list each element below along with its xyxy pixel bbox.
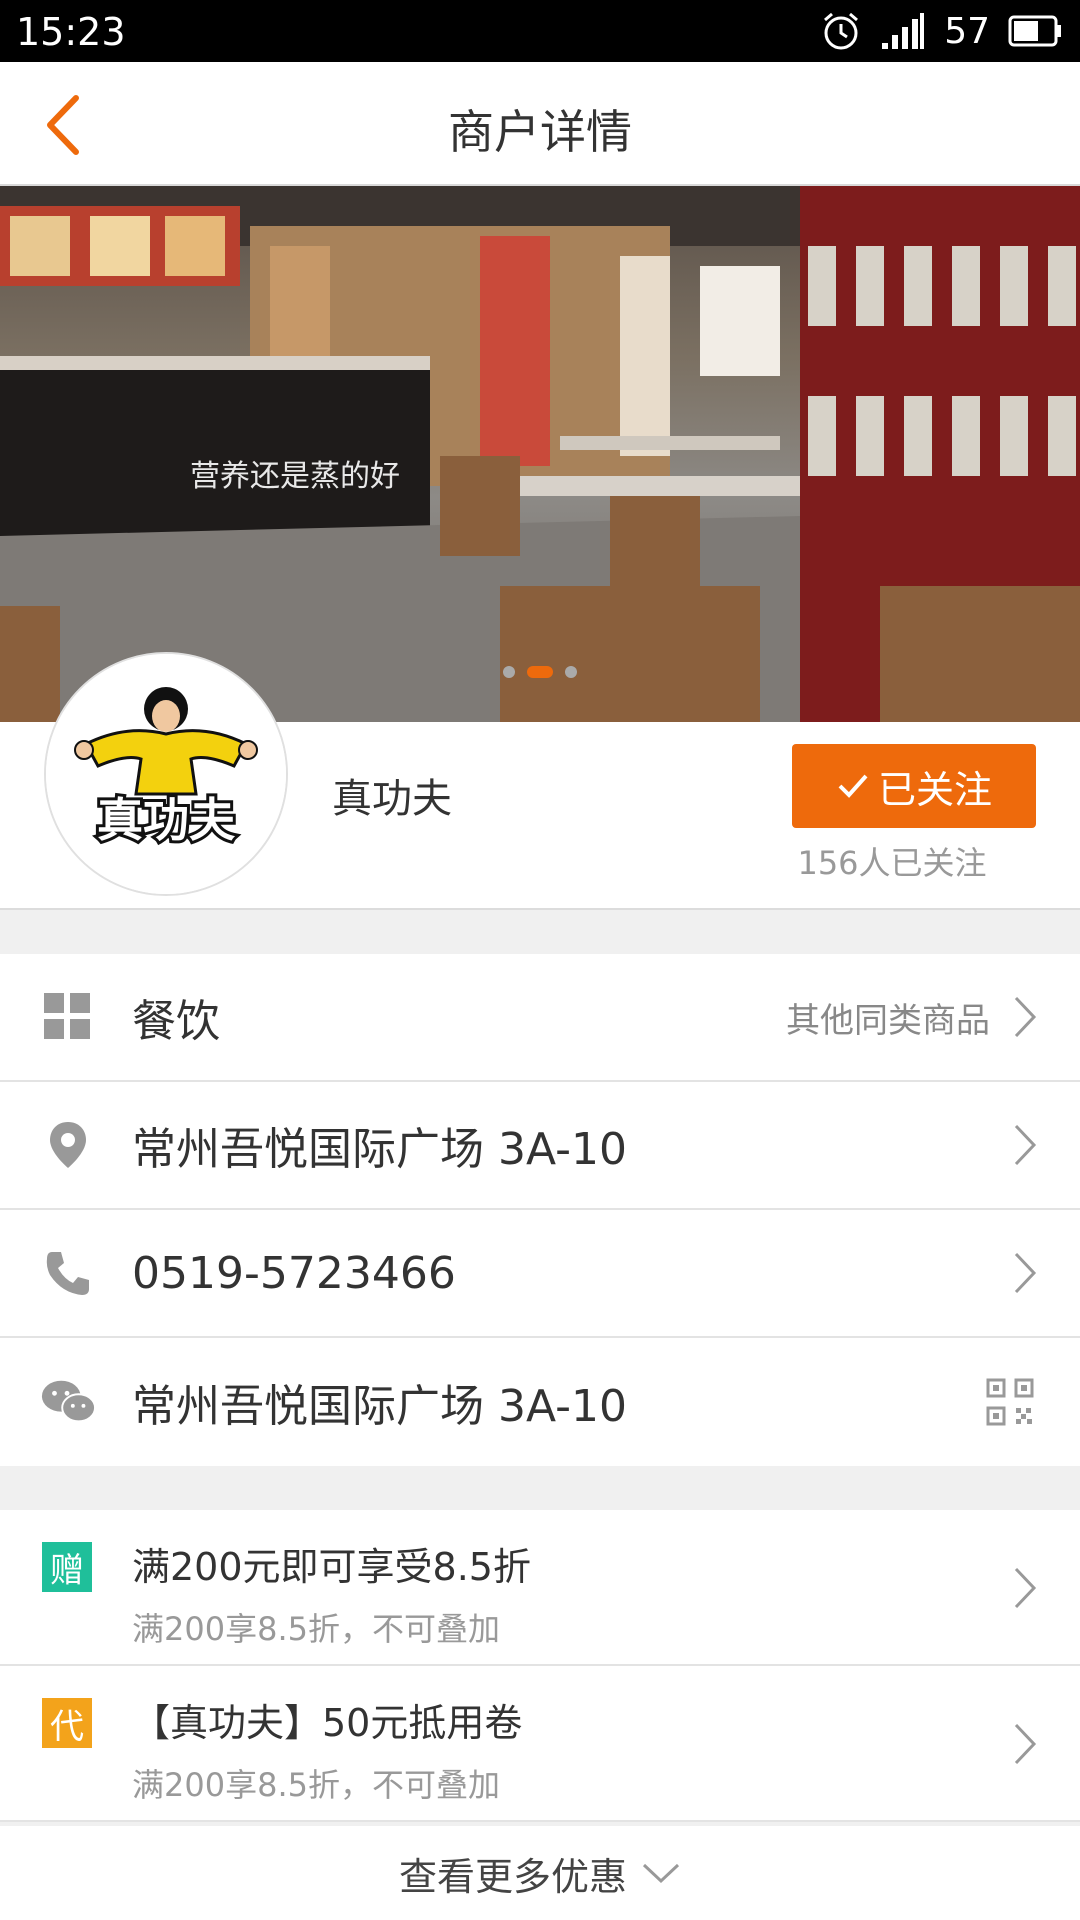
chevron-right-icon <box>1014 1252 1037 1294</box>
follow-count: 156人已关注 <box>797 844 987 882</box>
signal-icon <box>882 13 925 49</box>
shop-profile: 真功夫 真功夫 已关注 156人已关注 <box>0 652 1080 910</box>
wechat-row[interactable]: 常州吾悦国际广场 3A-10 <box>0 1338 1080 1466</box>
phone-number: 0519-5723466 <box>132 1247 456 1299</box>
shop-name: 真功夫 <box>332 776 452 822</box>
battery-icon <box>1008 15 1061 47</box>
nav-bar: 商户详情 <box>0 62 1080 186</box>
shop-photo-carousel[interactable]: 营养还是蒸的好 <box>0 186 1080 722</box>
follow-label: 已关注 <box>877 767 992 812</box>
qr-code-icon[interactable] <box>986 1378 1034 1426</box>
kungfu-logo-icon: 真功夫 <box>46 654 286 894</box>
category-row[interactable]: 餐饮 其他同类商品 <box>0 954 1080 1082</box>
promo-title: 满200元即可享受8.5折 <box>132 1545 531 1589</box>
battery-level: 57 <box>944 10 990 52</box>
status-icons: 57 <box>820 8 1064 54</box>
category-label: 餐饮 <box>132 996 220 1047</box>
grid-icon <box>40 989 96 1045</box>
address-text: 常州吾悦国际广场 3A-10 <box>132 1124 627 1175</box>
carousel-dot-active <box>527 666 553 678</box>
phone-icon <box>40 1245 96 1301</box>
view-more-label: 查看更多优惠 <box>398 1854 627 1899</box>
check-icon <box>838 774 868 798</box>
status-bar: 15:23 57 <box>0 0 1080 62</box>
voucher-tag-icon: 代 <box>42 1698 92 1748</box>
page-title: 商户详情 <box>448 105 632 159</box>
chevron-right-icon <box>1014 996 1037 1038</box>
chevron-right-icon <box>1014 1723 1037 1765</box>
location-pin-icon <box>40 1117 96 1173</box>
carousel-dot <box>565 666 577 678</box>
restaurant-interior-photo: 营养还是蒸的好 <box>0 186 1080 722</box>
svg-text:真功夫: 真功夫 <box>97 793 236 847</box>
chevron-down-icon <box>642 1863 680 1884</box>
promo-description: 满200享8.5折，不可叠加 <box>132 1766 500 1804</box>
chevron-right-icon <box>1014 1567 1037 1609</box>
promo-title: 【真功夫】50元抵用卷 <box>132 1701 523 1745</box>
wechat-text: 常州吾悦国际广场 3A-10 <box>132 1381 627 1432</box>
shop-info-list: 餐饮 其他同类商品 常州吾悦国际广场 3A-10 0519-5723466 常州… <box>0 954 1080 1466</box>
follow-button[interactable]: 已关注 <box>792 744 1036 828</box>
svg-text:营养还是蒸的好: 营养还是蒸的好 <box>190 459 400 494</box>
address-row[interactable]: 常州吾悦国际广场 3A-10 <box>0 1082 1080 1210</box>
promo-item[interactable]: 代 【真功夫】50元抵用卷 满200享8.5折，不可叠加 <box>0 1666 1080 1822</box>
phone-row[interactable]: 0519-5723466 <box>0 1210 1080 1338</box>
similar-products-link[interactable]: 其他同类商品 <box>786 993 990 1042</box>
alarm-icon <box>824 12 859 50</box>
carousel-dot <box>503 666 515 678</box>
gift-tag-icon: 赠 <box>42 1542 92 1592</box>
promo-item[interactable]: 赠 满200元即可享受8.5折 满200享8.5折，不可叠加 <box>0 1510 1080 1666</box>
view-more-offers-button[interactable]: 查看更多优惠 <box>0 1826 1080 1920</box>
chevron-right-icon <box>1014 1124 1037 1166</box>
status-time: 15:23 <box>16 10 126 54</box>
promotion-list: 赠 满200元即可享受8.5折 满200享8.5折，不可叠加 代 【真功夫】50… <box>0 1510 1080 1822</box>
wechat-icon <box>40 1374 96 1430</box>
shop-logo: 真功夫 <box>44 652 288 896</box>
promo-description: 满200享8.5折，不可叠加 <box>132 1610 500 1648</box>
